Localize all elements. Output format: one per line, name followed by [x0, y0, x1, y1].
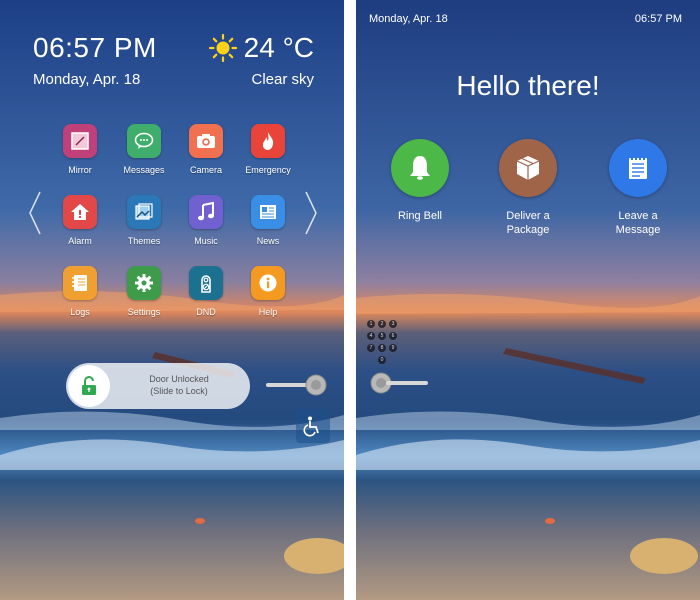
package-icon: [499, 139, 557, 197]
app-themes[interactable]: Themes: [114, 195, 174, 246]
themes-icon: [127, 195, 161, 229]
keypad-key[interactable]: 2: [378, 320, 386, 328]
ring-bell-button[interactable]: Ring Bell: [375, 139, 465, 223]
app-alarm[interactable]: Alarm: [50, 195, 110, 246]
keypad-key[interactable]: 5: [378, 332, 386, 340]
app-label: Logs: [70, 307, 90, 317]
keypad-key[interactable]: 0: [378, 356, 386, 364]
action-label: Deliver a Package: [506, 210, 550, 236]
app-mirror[interactable]: Mirror: [50, 124, 110, 175]
keypad-key[interactable]: 6: [389, 332, 397, 340]
unlocked-padlock-icon: [82, 376, 96, 395]
app-camera[interactable]: Camera: [176, 124, 236, 175]
keypad-key[interactable]: 8: [378, 344, 386, 352]
greeting-title: Hello there!: [456, 70, 600, 101]
gear-icon: [127, 266, 161, 300]
info-icon: [251, 266, 285, 300]
app-help[interactable]: Help: [238, 266, 298, 317]
keypad-key[interactable]: 7: [367, 344, 375, 352]
fire-icon: [251, 124, 285, 158]
lock-slider-text: Door Unlocked (Slide to Lock): [118, 373, 240, 397]
clock-time: 06:57 PM: [33, 32, 157, 63]
app-label: Messages: [123, 165, 165, 175]
sun-icon: [208, 33, 237, 63]
app-emergency[interactable]: Emergency: [238, 124, 298, 175]
camera-icon: [189, 124, 223, 158]
app-label: Themes: [127, 236, 161, 246]
app-logs[interactable]: Logs: [50, 266, 110, 317]
action-label: Leave a Message: [615, 210, 661, 236]
messages-icon: [127, 124, 161, 158]
status-date: Monday, Apr. 18: [369, 13, 448, 25]
logs-icon: [63, 266, 97, 300]
visitor-screen-panel: Monday, Apr. 18 06:57 PM Hello there! Ri…: [356, 0, 700, 600]
temperature: 24 °C: [243, 32, 314, 63]
wheelchair-icon: [303, 416, 319, 437]
app-messages[interactable]: Messages: [114, 124, 174, 175]
app-label: Help: [258, 307, 278, 317]
clock-date: Monday, Apr. 18: [33, 71, 141, 88]
app-label: DND: [196, 307, 216, 317]
keypad-key[interactable]: 4: [367, 332, 375, 340]
door-handle: [370, 372, 428, 394]
lock-slider-handle[interactable]: [68, 365, 110, 407]
chevron-right-icon[interactable]: [304, 190, 318, 236]
app-label: Settings: [127, 307, 161, 317]
keypad-key[interactable]: 9: [389, 344, 397, 352]
app-label: Music: [194, 236, 218, 246]
news-icon: [251, 195, 285, 229]
lock-slider[interactable]: Door Unlocked (Slide to Lock): [66, 363, 250, 409]
home-alarm-icon: [63, 195, 97, 229]
app-news[interactable]: News: [238, 195, 298, 246]
leave-message-button[interactable]: Leave a Message: [593, 139, 683, 237]
app-label: Camera: [189, 165, 222, 175]
accessibility-button[interactable]: [296, 409, 330, 443]
lock-screen-panel: 06:57 PM Monday, Apr. 18 24 °C Clear sky…: [0, 0, 344, 600]
app-label: Mirror: [68, 165, 92, 175]
app-music[interactable]: Music: [176, 195, 236, 246]
app-label: Emergency: [245, 165, 291, 175]
weather-condition: Clear sky: [251, 71, 314, 88]
app-label: Alarm: [68, 236, 92, 246]
deliver-package-button[interactable]: Deliver a Package: [483, 139, 573, 237]
bell-icon: [391, 139, 449, 197]
lock-hint: (Slide to Lock): [150, 386, 208, 396]
app-dnd[interactable]: DND: [176, 266, 236, 317]
keypad-key[interactable]: 3: [389, 320, 397, 328]
mirror-icon: [63, 124, 97, 158]
weather-widget: 24 °C: [208, 32, 314, 64]
app-label: News: [256, 236, 280, 246]
lock-status: Door Unlocked: [149, 374, 209, 384]
door-handle: [266, 374, 328, 396]
notepad-icon: [609, 139, 667, 197]
music-icon: [189, 195, 223, 229]
dnd-icon: [189, 266, 223, 300]
chevron-left-icon[interactable]: [28, 190, 42, 236]
status-time: 06:57 PM: [634, 13, 682, 25]
keypad-key[interactable]: 1: [367, 320, 375, 328]
app-settings[interactable]: Settings: [114, 266, 174, 317]
action-label: Ring Bell: [397, 210, 443, 222]
